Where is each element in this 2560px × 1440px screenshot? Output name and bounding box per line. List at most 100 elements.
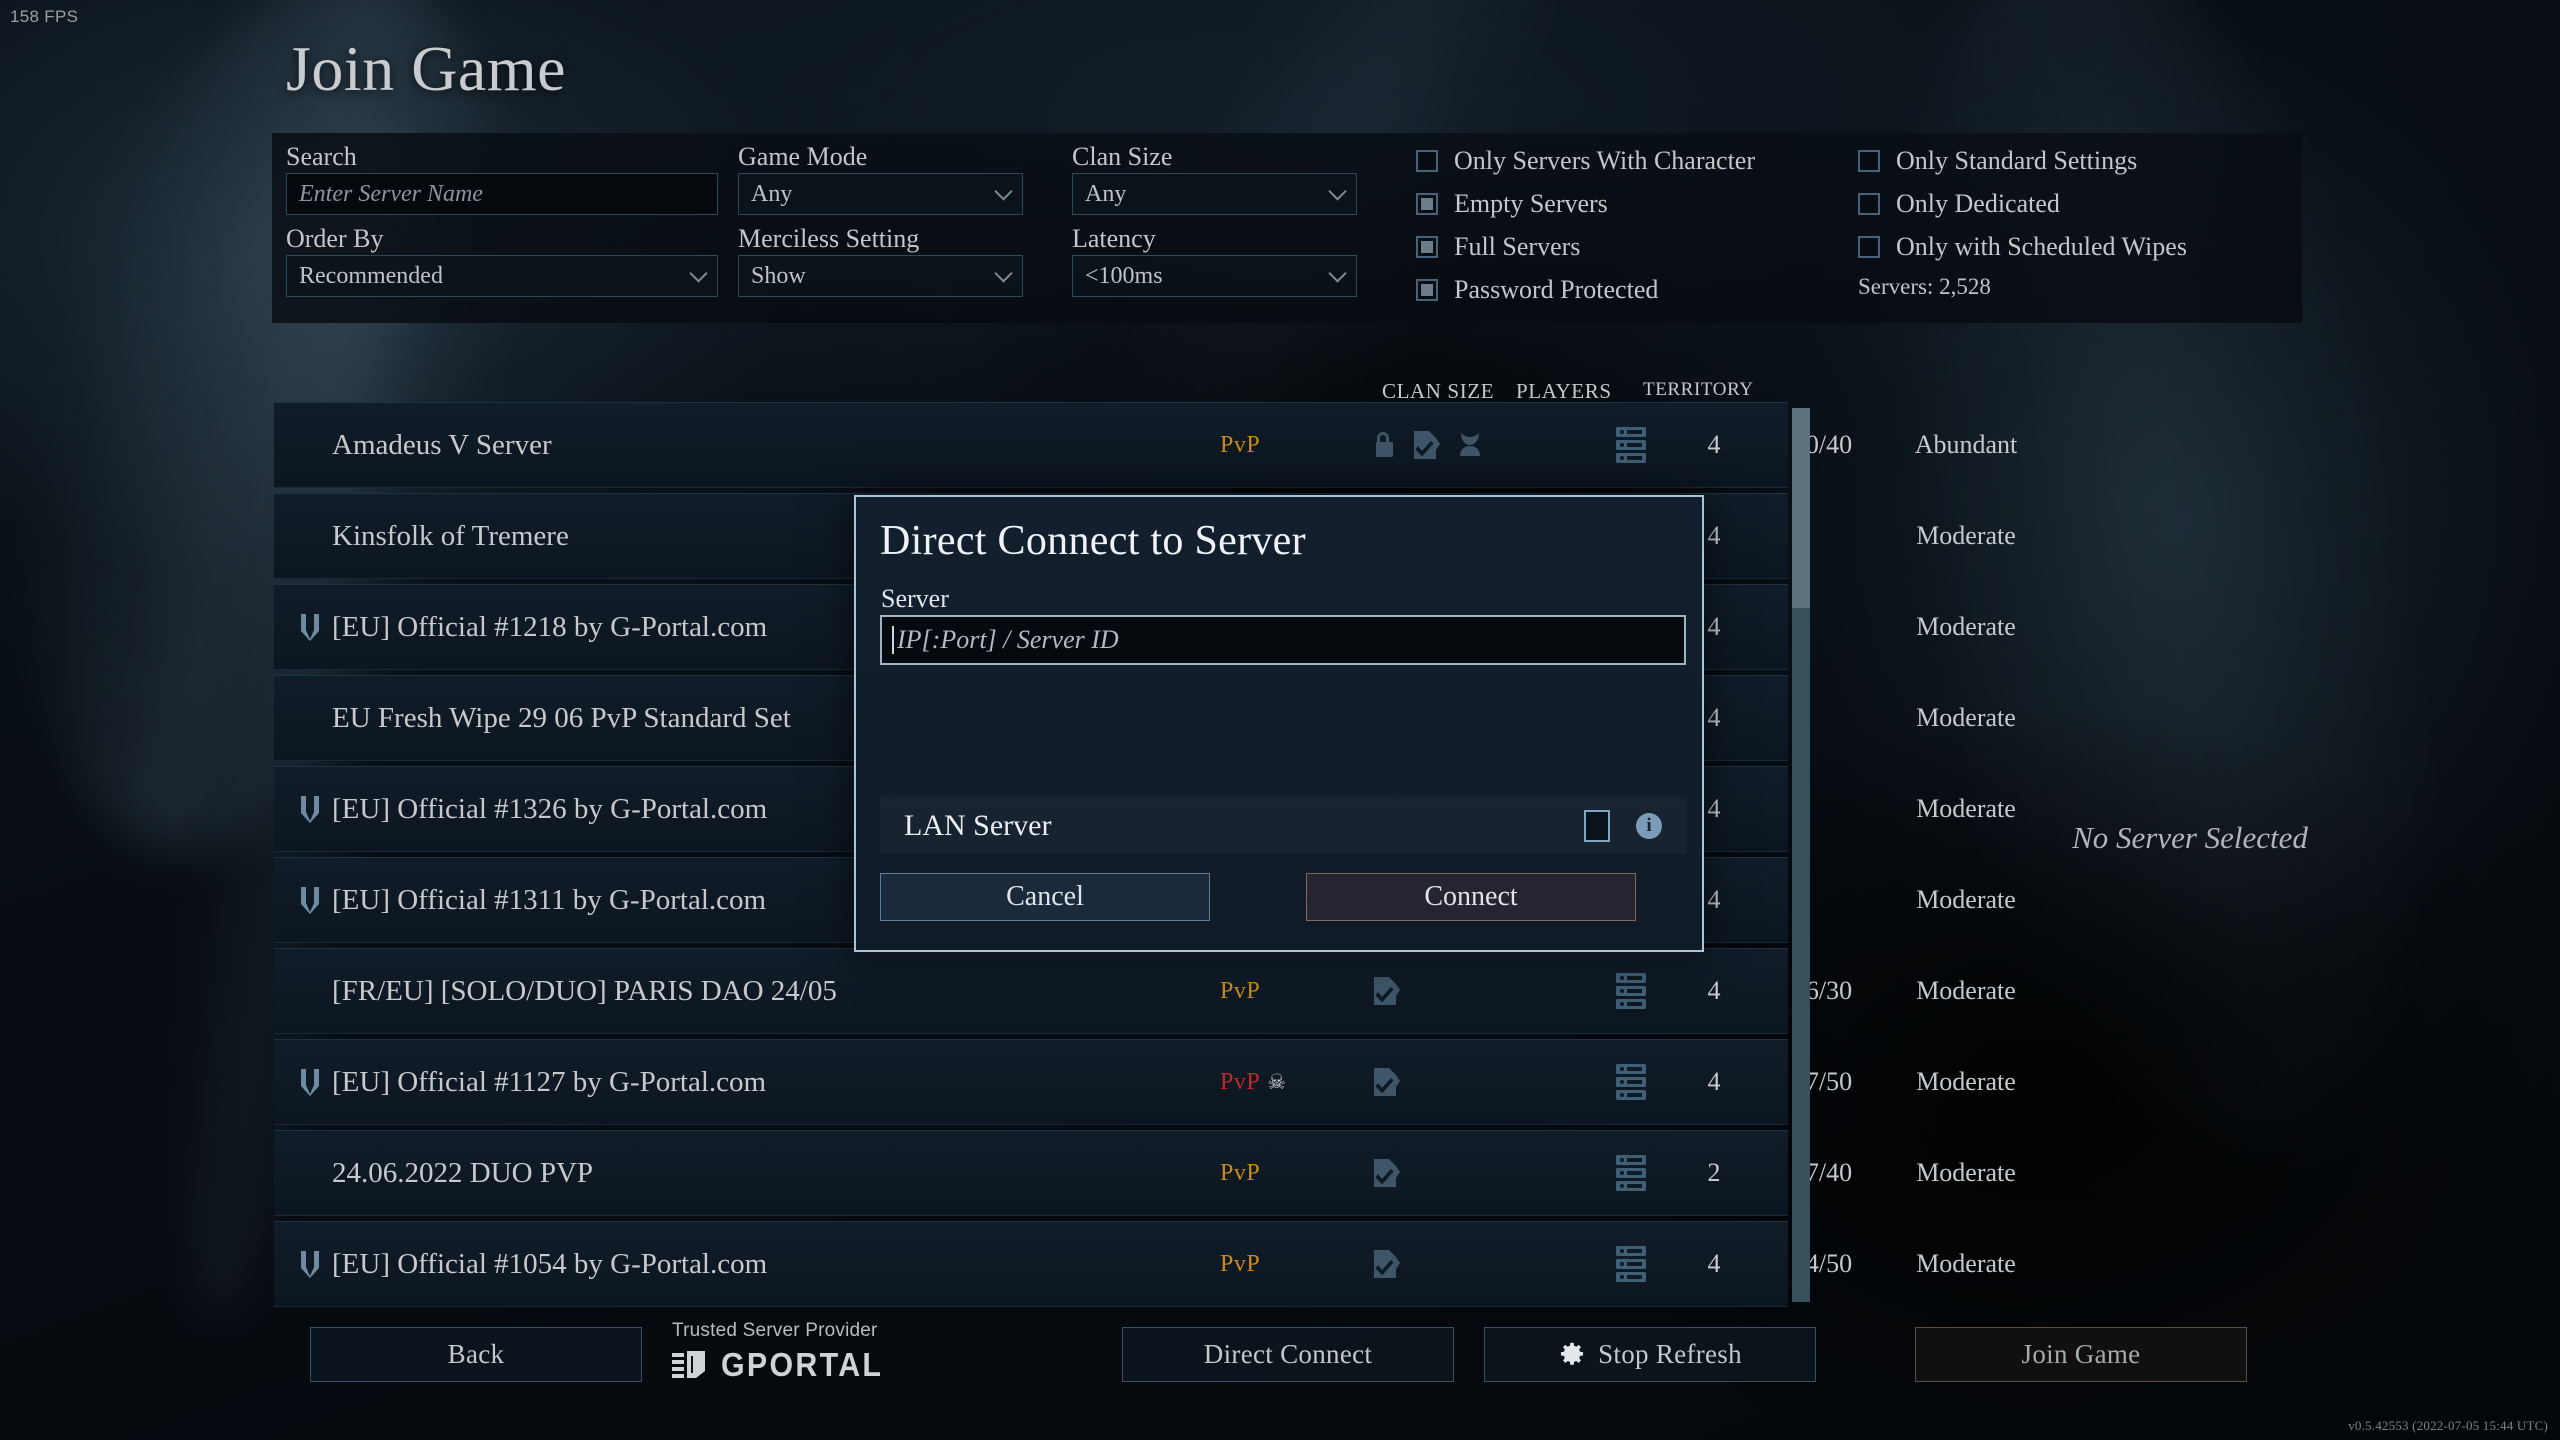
- checkbox-icon[interactable]: [1858, 235, 1880, 258]
- server-name: [EU] Official #1054 by G-Portal.com: [332, 1247, 768, 1280]
- server-name: [EU] Official #1326 by G-Portal.com: [332, 792, 768, 825]
- server-attribute-icons: [1372, 1157, 1402, 1189]
- checkbox-icon[interactable]: [1416, 192, 1438, 215]
- gportal-logo-icon: [672, 1349, 712, 1381]
- server-name: [EU] Official #1218 by G-Portal.com: [332, 610, 768, 643]
- server-game-mode: PvP: [1220, 432, 1260, 459]
- checkbox-label: Only with Scheduled Wipes: [1896, 231, 2187, 261]
- checkbox-label: Password Protected: [1454, 274, 1659, 304]
- merciless-setting-label: Merciless Setting: [738, 224, 920, 253]
- official-server-badge-icon: [298, 1249, 324, 1279]
- chevron-down-icon: [1328, 182, 1347, 201]
- provider-caption: Trusted Server Provider: [672, 1320, 878, 1341]
- dialog-cancel-button[interactable]: Cancel: [880, 873, 1210, 921]
- version-label: v0.5.42553 (2022-07-05 15:44 UTC): [2348, 1418, 2548, 1433]
- filter-checkbox-secondary-2[interactable]: Only with Scheduled Wipes: [1858, 225, 2187, 268]
- server-row[interactable]: [EU] Official #1127 by G-Portal.com PvP ☠ 4…: [274, 1039, 2016, 1125]
- filter-checkbox-secondary-0[interactable]: Only Standard Settings: [1858, 139, 2187, 182]
- checkbox-label: Empty Servers: [1454, 188, 1608, 218]
- game-mode-text: PvP: [1220, 431, 1261, 458]
- direct-connect-dialog: Direct Connect to Server Server IP[:Port…: [854, 495, 1704, 952]
- game-mode-text: PvP: [1220, 1159, 1261, 1186]
- checkbox-icon[interactable]: [1858, 192, 1880, 215]
- info-icon[interactable]: i: [1636, 812, 1662, 839]
- dialog-server-placeholder: IP[:Port] / Server ID: [897, 625, 1119, 654]
- latency-select[interactable]: <100ms: [1072, 255, 1357, 297]
- checkbox-icon[interactable]: [1858, 149, 1880, 172]
- server-territory: Moderate: [1916, 976, 2016, 1005]
- stop-refresh-button[interactable]: Stop Refresh: [1484, 1327, 1816, 1382]
- filter-checkbox-primary-3[interactable]: Password Protected: [1416, 268, 1755, 311]
- column-header-players: PLAYERS: [1516, 379, 1612, 403]
- filter-checkbox-primary-0[interactable]: Only Servers With Character: [1416, 139, 1755, 182]
- fps-counter: 158 FPS: [10, 7, 79, 26]
- clan-size-value: Any: [1085, 180, 1127, 207]
- no-server-selected-text: No Server Selected: [2072, 820, 2308, 855]
- standard-settings-icon: [1372, 975, 1402, 1007]
- clan-size-select[interactable]: Any: [1072, 173, 1357, 215]
- server-clan-size: 4: [1707, 1249, 1721, 1278]
- server-territory: Abundant: [1914, 430, 2018, 459]
- chevron-down-icon: [689, 264, 708, 283]
- filter-checkbox-secondary-1[interactable]: Only Dedicated: [1858, 182, 2187, 225]
- server-territory: Moderate: [1916, 885, 2016, 914]
- order-by-select[interactable]: Recommended: [286, 255, 718, 297]
- official-server-badge-icon: [298, 1067, 324, 1097]
- checkbox-icon[interactable]: [1416, 235, 1438, 258]
- server-row[interactable]: 24.06.2022 DUO PVP PvP 2 7/40 Moderate: [274, 1130, 2016, 1216]
- lan-server-row[interactable]: LAN Server i: [880, 797, 1686, 854]
- server-territory: Moderate: [1916, 521, 2016, 550]
- server-clan-size: 4: [1707, 1067, 1721, 1096]
- chevron-down-icon: [994, 182, 1013, 201]
- standard-settings-icon: [1412, 429, 1442, 461]
- order-by-label: Order By: [286, 224, 384, 253]
- dialog-connect-button[interactable]: Connect: [1306, 873, 1636, 921]
- back-button[interactable]: Back: [310, 1327, 642, 1382]
- column-header-territory: TERRITORY: [1643, 379, 1754, 400]
- dedicated-server-icon: [1614, 425, 1648, 465]
- checkbox-label: Only Servers With Character: [1454, 145, 1755, 175]
- chevron-down-icon: [1328, 264, 1347, 283]
- server-territory: Moderate: [1916, 1067, 2016, 1096]
- server-attribute-icons: [1372, 1248, 1402, 1280]
- server-territory: Moderate: [1916, 612, 2016, 641]
- scrollbar-thumb[interactable]: [1792, 408, 1810, 608]
- game-screen: 158 FPS v0.5.42553 (2022-07-05 15:44 UTC…: [0, 0, 2560, 1440]
- checkbox-icon[interactable]: [1416, 149, 1438, 172]
- join-game-button[interactable]: Join Game: [1915, 1327, 2247, 1382]
- search-input[interactable]: Enter Server Name: [286, 173, 718, 215]
- direct-connect-button[interactable]: Direct Connect: [1122, 1327, 1454, 1382]
- merciless-setting-select[interactable]: Show: [738, 255, 1023, 297]
- server-game-mode: PvP: [1220, 1160, 1260, 1187]
- merciless-setting-value: Show: [751, 262, 806, 289]
- checkbox-label: Only Standard Settings: [1896, 145, 2138, 175]
- standard-settings-icon: [1372, 1157, 1402, 1189]
- page-title: Join Game: [286, 33, 566, 104]
- filter-checkbox-primary-1[interactable]: Empty Servers: [1416, 182, 1755, 225]
- game-mode-text: PvP: [1220, 977, 1261, 1004]
- server-row[interactable]: Amadeus V Server PvP 4 0/40 Abundant: [274, 402, 2017, 488]
- text-caret: [892, 626, 894, 654]
- column-header-clan-size: CLAN SIZE: [1382, 379, 1495, 403]
- filter-checkbox-primary-2[interactable]: Full Servers: [1416, 225, 1755, 268]
- latency-label: Latency: [1072, 224, 1156, 253]
- server-attribute-icons: [1372, 1066, 1402, 1098]
- order-by-value: Recommended: [299, 262, 443, 289]
- lock-icon: [1372, 430, 1398, 460]
- servers-count: Servers: 2,528: [1858, 274, 1991, 299]
- gear-icon: [1558, 1341, 1586, 1369]
- game-mode-value: Any: [751, 180, 793, 207]
- scrollbar-rest[interactable]: [1792, 608, 1810, 1302]
- server-name: [FR/EU] [SOLO/DUO] PARIS DAO 24/05: [332, 974, 837, 1007]
- game-mode-select[interactable]: Any: [738, 173, 1023, 215]
- server-clan-size: 4: [1707, 976, 1721, 1005]
- character-icon: [1456, 429, 1484, 461]
- server-name: [EU] Official #1127 by G-Portal.com: [332, 1065, 767, 1098]
- lan-server-checkbox[interactable]: [1584, 809, 1610, 842]
- dialog-server-input[interactable]: IP[:Port] / Server ID: [880, 615, 1686, 665]
- server-row[interactable]: [EU] Official #1054 by G-Portal.com PvP 4 4…: [274, 1221, 2016, 1307]
- checkbox-column-secondary: Only Standard Settings Only Dedicated Only…: [1858, 139, 2187, 300]
- server-row[interactable]: [FR/EU] [SOLO/DUO] PARIS DAO 24/05 PvP 4 6/…: [274, 948, 2016, 1034]
- game-mode-text: PvP: [1220, 1068, 1261, 1095]
- checkbox-icon[interactable]: [1416, 278, 1438, 301]
